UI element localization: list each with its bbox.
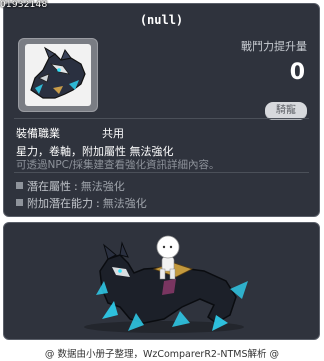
divider [14,118,309,119]
bullet-icon [16,182,23,189]
bonus-potential-row: 附加潛在能力: 無法強化 [16,195,147,211]
bullet-icon [16,199,23,206]
combat-power-label: 戰鬥力提升量 [241,40,307,53]
mount-preview-panel [3,222,320,340]
item-tooltip: (null) 戰鬥力提升量 0 騎寵 裝備職業 共用 星力，卷軸，附加屬性 無法… [3,3,320,217]
job-label: 裝備職業 [16,127,60,140]
item-name: (null) [139,13,184,27]
potential-label: 潛在屬性 [27,180,71,193]
job-value: 共用 [102,127,124,140]
footer-credit: @ 数据由小册子整理，WzComparerR2-NTMS解析 @ [44,349,280,360]
divider [14,172,309,173]
bonus-potential-separator: : [96,197,100,210]
mount-preview-sprite [84,235,248,333]
bonus-potential-value: 無法強化 [102,197,147,210]
item-code: 01932148 [0,0,48,10]
potential-separator: : [74,180,78,193]
bonus-potential-label: 附加潛在能力 [27,197,93,210]
combat-power-value: 0 [289,60,305,85]
enhancement-hint: 可透過NPC/採集建查看強化資訊詳細內容。 [16,159,220,171]
mount-item-icon [25,44,91,106]
item-icon-frame [18,38,98,112]
potential-row: 潛在屬性: 無法強化 [16,178,125,194]
potential-value: 無法強化 [80,180,125,193]
